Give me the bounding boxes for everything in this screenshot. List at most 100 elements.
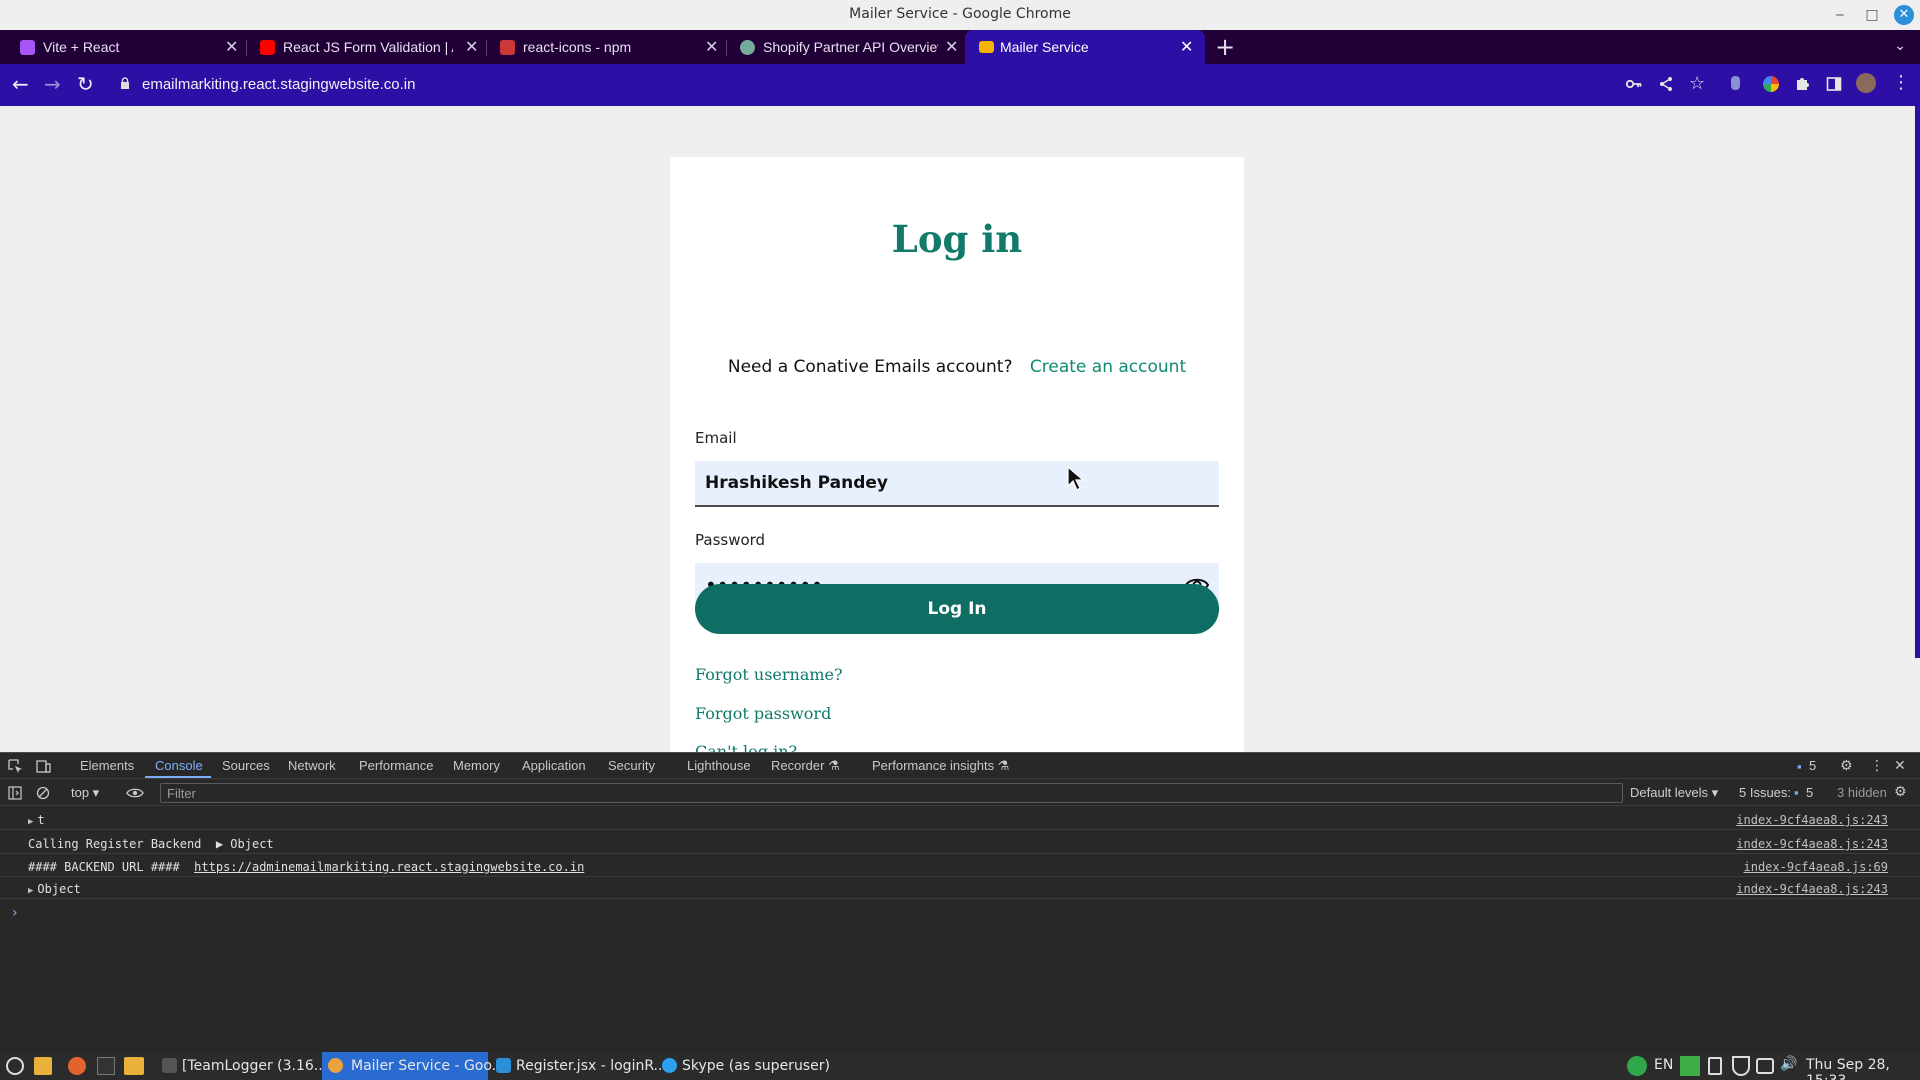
- taskbar-item-chrome[interactable]: Mailer Service - Goo...: [322, 1052, 505, 1080]
- tab-close-icon[interactable]: ✕: [225, 37, 238, 57]
- console-filter-input[interactable]: Filter: [160, 783, 1623, 803]
- taskbar-item-teamlogger[interactable]: [TeamLogger (3.16....: [158, 1052, 332, 1080]
- address-bar[interactable]: emailmarkiting.react.stagingwebsite.co.i…: [110, 70, 1610, 100]
- forgot-password-link[interactable]: Forgot password: [695, 704, 831, 723]
- cant-login-link[interactable]: Can't log in?: [695, 742, 797, 752]
- tab-search-chevron-icon[interactable]: ⌄: [1894, 38, 1906, 54]
- share-icon[interactable]: [1658, 76, 1674, 92]
- minimize-button[interactable]: ‒: [1830, 5, 1850, 25]
- firefox-icon[interactable]: [68, 1057, 86, 1075]
- tab-react-icons-npm[interactable]: react-icons - npm ✕: [480, 30, 725, 64]
- context-selector[interactable]: top ▾: [71, 785, 99, 801]
- console-log-row[interactable]: ▶ t index-9cf4aea8.js:243: [0, 810, 1920, 830]
- tab-mailer-service[interactable]: Mailer Service ✕: [965, 30, 1205, 64]
- folder-icon[interactable]: [124, 1057, 144, 1075]
- keyboard-language[interactable]: EN: [1654, 1057, 1673, 1073]
- log-source-link[interactable]: index-9cf4aea8.js:243: [1736, 882, 1888, 896]
- tab-react-form-validation[interactable]: React JS Form Validation | A ✕: [240, 30, 485, 64]
- issues-count[interactable]: 5: [1806, 785, 1813, 800]
- live-expression-eye-icon[interactable]: [126, 787, 144, 799]
- clipboard-icon[interactable]: [1708, 1057, 1722, 1075]
- tab-close-icon[interactable]: ✕: [705, 37, 718, 57]
- login-card: Log in Need a Conative Emails account? C…: [670, 157, 1244, 752]
- expand-triangle-icon[interactable]: ▶: [28, 886, 33, 896]
- vscode-icon: [496, 1058, 511, 1073]
- devtools-tab-performance-insights[interactable]: Performance insights ⚗: [872, 758, 1009, 774]
- maximize-button[interactable]: □: [1862, 5, 1882, 25]
- puzzle-icon[interactable]: [1794, 76, 1810, 92]
- avatar[interactable]: [1856, 73, 1876, 93]
- devtools-menu-kebab-icon[interactable]: ⋮: [1870, 758, 1884, 774]
- console-prompt[interactable]: ›: [12, 905, 18, 921]
- console-log-row[interactable]: #### BACKEND URL #### https://adminemail…: [0, 857, 1920, 877]
- reload-button[interactable]: ↻: [77, 72, 94, 96]
- back-button[interactable]: ←: [12, 72, 29, 96]
- devtools-tab-network[interactable]: Network: [288, 758, 336, 773]
- console-log-row[interactable]: ▶ Object index-9cf4aea8.js:243: [0, 879, 1920, 899]
- files-icon[interactable]: [34, 1057, 52, 1075]
- volume-icon[interactable]: 🔊: [1780, 1056, 1797, 1072]
- battery-icon[interactable]: [1756, 1058, 1774, 1074]
- chatgpt-icon: [740, 40, 755, 55]
- shield-icon[interactable]: [1732, 1056, 1750, 1076]
- bookmark-star-icon[interactable]: ☆: [1689, 73, 1705, 94]
- signup-prompt: Need a Conative Emails account? Create a…: [670, 357, 1244, 377]
- new-tab-button[interactable]: +: [1215, 33, 1235, 61]
- side-panel-icon[interactable]: [1826, 76, 1842, 92]
- password-label: Password: [695, 531, 766, 549]
- taskbar-item-vscode[interactable]: Register.jsx - loginR...: [492, 1052, 667, 1080]
- color-picker-extension-icon[interactable]: [1763, 76, 1779, 92]
- extension-icon[interactable]: [1731, 76, 1740, 90]
- window-close-button[interactable]: ✕: [1894, 5, 1914, 25]
- devtools-close-icon[interactable]: ✕: [1894, 758, 1906, 774]
- issues-label[interactable]: 5 Issues:: [1739, 785, 1791, 800]
- backend-url-link[interactable]: https://adminemailmarkiting.react.stagin…: [194, 860, 584, 874]
- devtools-tab-application[interactable]: Application: [522, 758, 586, 773]
- email-label: Email: [695, 429, 737, 447]
- devtools-tab-console[interactable]: Console: [155, 758, 203, 773]
- update-check-icon[interactable]: [1627, 1056, 1647, 1076]
- console-settings-gear-icon[interactable]: ⚙: [1894, 784, 1907, 800]
- devtools-tab-performance[interactable]: Performance: [359, 758, 433, 773]
- create-account-link[interactable]: Create an account: [1030, 357, 1186, 377]
- tab-shopify-partner-api[interactable]: Shopify Partner API Overview ✕: [720, 30, 965, 64]
- skype-icon: [662, 1058, 677, 1073]
- tab-vite-react[interactable]: Vite + React ✕: [0, 30, 245, 64]
- page-scrollbar[interactable]: [1915, 106, 1920, 658]
- tab-close-icon[interactable]: ✕: [1180, 37, 1193, 57]
- forward-button[interactable]: →: [44, 72, 61, 96]
- clock[interactable]: Thu Sep 28, 15:33: [1806, 1057, 1920, 1080]
- console-sidebar-icon[interactable]: [8, 786, 22, 800]
- issues-badge-count[interactable]: 5: [1809, 758, 1816, 773]
- terminal-icon[interactable]: [97, 1057, 115, 1075]
- devtools-tab-elements[interactable]: Elements: [80, 758, 134, 773]
- page-viewport: Log in Need a Conative Emails account? C…: [0, 106, 1920, 752]
- devtools-tab-recorder[interactable]: Recorder ⚗: [771, 758, 840, 774]
- settings-gear-icon[interactable]: ⚙: [1840, 758, 1853, 774]
- log-source-link[interactable]: index-9cf4aea8.js:243: [1736, 813, 1888, 827]
- devtools-tab-sources[interactable]: Sources: [222, 758, 270, 773]
- device-toolbar-icon[interactable]: [36, 759, 51, 774]
- console-log-row[interactable]: Calling Register Backend ▶ Object index-…: [0, 834, 1920, 854]
- tab-close-icon[interactable]: ✕: [465, 37, 478, 57]
- devtools-tab-memory[interactable]: Memory: [453, 758, 500, 773]
- devtools-tab-lighthouse[interactable]: Lighthouse: [687, 758, 751, 773]
- inspect-element-icon[interactable]: [8, 759, 23, 774]
- message-badge-icon[interactable]: ▪: [1797, 759, 1802, 774]
- login-button[interactable]: Log In: [695, 584, 1219, 634]
- log-source-link[interactable]: index-9cf4aea8.js:69: [1744, 860, 1889, 874]
- tab-close-icon[interactable]: ✕: [945, 37, 958, 57]
- menu-kebab-icon[interactable]: ⋮: [1892, 72, 1910, 93]
- clear-console-icon[interactable]: [36, 786, 50, 800]
- issues-count-icon[interactable]: ▪: [1794, 785, 1799, 800]
- email-field[interactable]: Hrashikesh Pandey: [695, 461, 1219, 507]
- trello-icon[interactable]: [1680, 1056, 1700, 1076]
- devtools-tab-security[interactable]: Security: [608, 758, 655, 773]
- expand-triangle-icon[interactable]: ▶: [28, 817, 33, 827]
- start-menu-icon[interactable]: [6, 1057, 24, 1075]
- taskbar-item-skype[interactable]: Skype (as superuser): [658, 1052, 830, 1080]
- log-source-link[interactable]: index-9cf4aea8.js:243: [1736, 837, 1888, 851]
- log-levels-dropdown[interactable]: Default levels ▾: [1630, 785, 1718, 801]
- key-icon[interactable]: [1626, 77, 1642, 91]
- forgot-username-link[interactable]: Forgot username?: [695, 665, 843, 684]
